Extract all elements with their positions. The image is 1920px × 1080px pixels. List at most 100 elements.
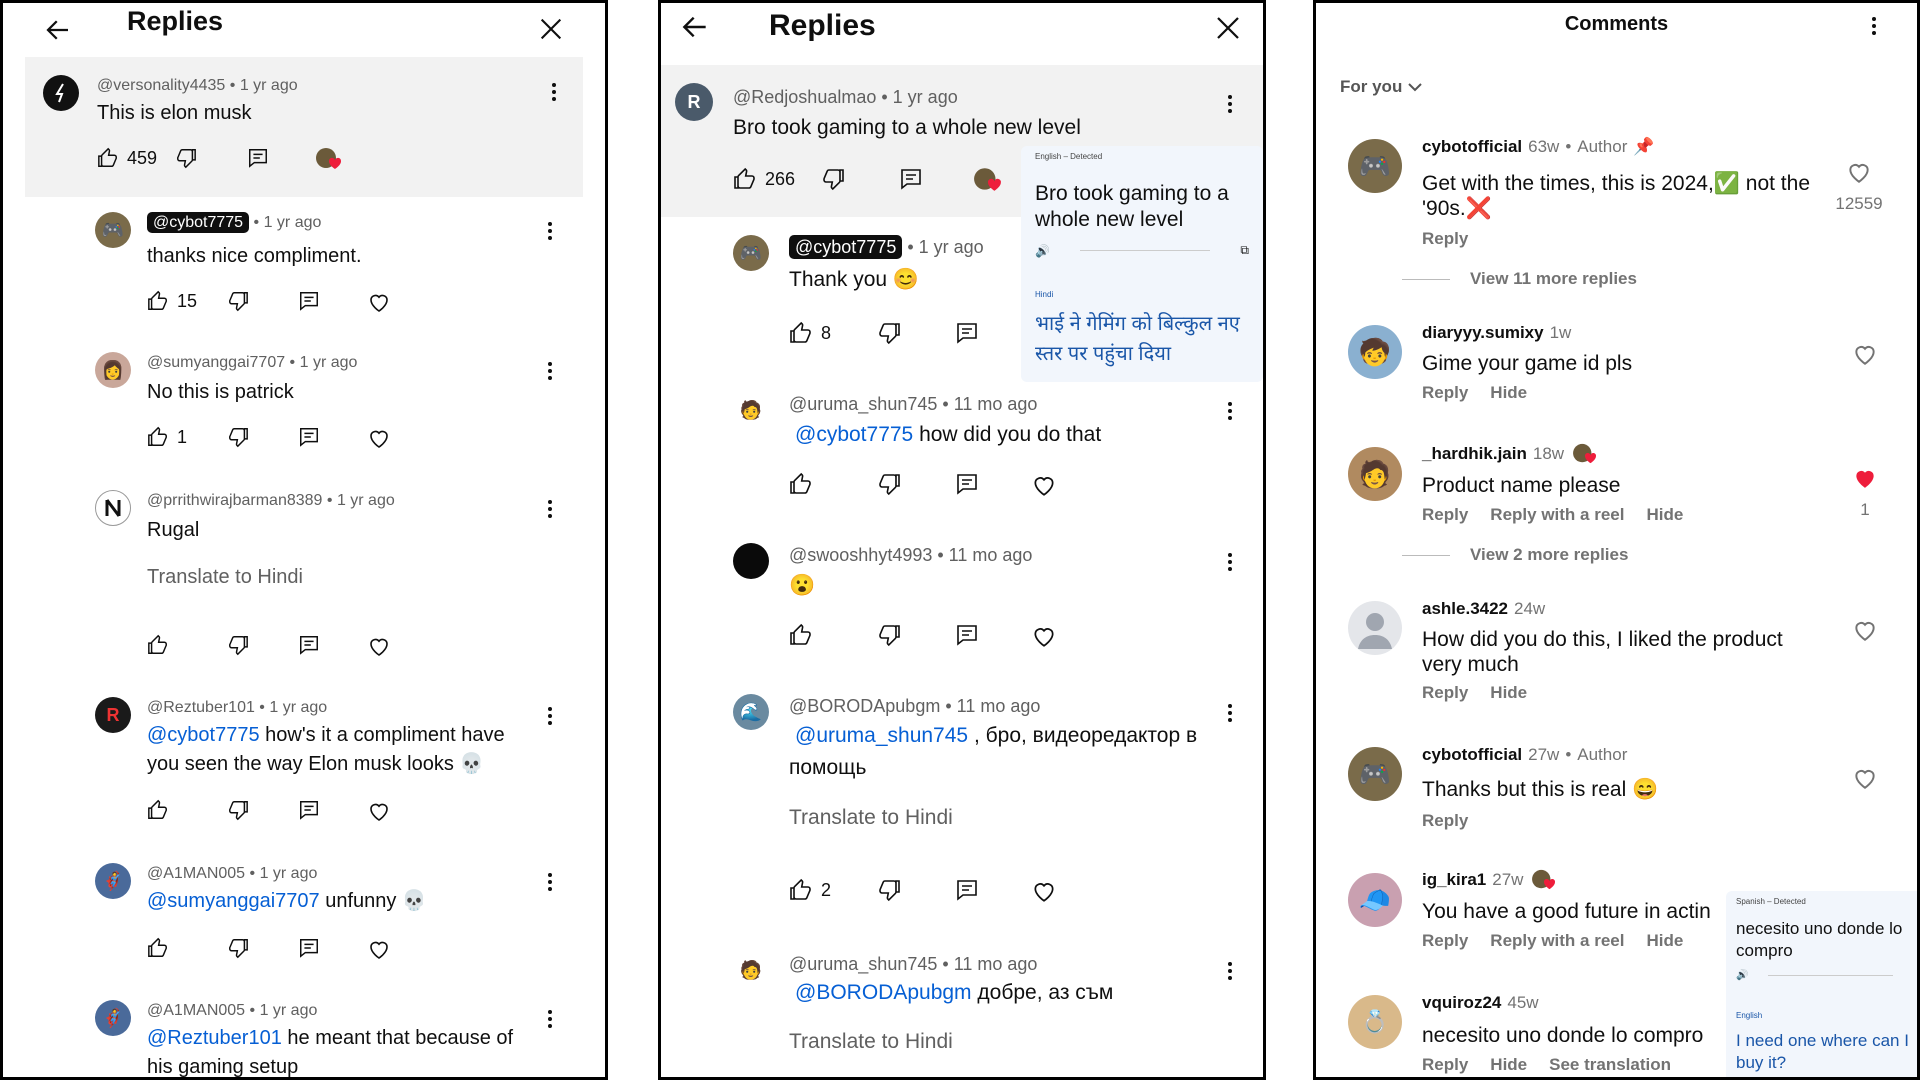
hide-link[interactable]: Hide — [1490, 383, 1527, 403]
avatar[interactable]: 👩 — [95, 352, 131, 388]
dislike-button[interactable] — [227, 290, 249, 312]
like-button[interactable]: 266 — [733, 167, 795, 191]
avatar[interactable]: 🦸 — [95, 863, 131, 899]
dislike-button[interactable] — [175, 147, 197, 169]
avatar[interactable]: 🧑 — [1348, 447, 1402, 501]
hide-link[interactable]: Hide — [1646, 931, 1683, 951]
dislike-button[interactable] — [227, 799, 249, 821]
avatar[interactable]: 🎮 — [1348, 139, 1402, 193]
avatar[interactable]: 🧑 — [733, 952, 769, 988]
avatar[interactable]: 🎮 — [733, 235, 769, 271]
dislike-button[interactable] — [227, 937, 249, 959]
more-options-icon[interactable] — [1227, 962, 1233, 983]
comment-username[interactable]: diaryyy.sumixy 1w — [1422, 323, 1571, 343]
like-button[interactable]: 15 — [147, 290, 197, 312]
reply-link[interactable]: Reply — [1422, 931, 1468, 951]
copy-icon[interactable]: ⧉ — [1240, 243, 1249, 258]
more-options-icon[interactable] — [547, 1010, 553, 1031]
more-options-icon[interactable] — [547, 362, 553, 383]
like-button[interactable] — [789, 623, 813, 647]
translate-link[interactable]: Translate to Hindi — [147, 566, 303, 589]
like-button[interactable]: 1 — [147, 426, 187, 448]
mention-link[interactable]: @sumyanggai7707 — [147, 890, 320, 912]
avatar[interactable]: 🌊 — [733, 694, 769, 730]
reply-button[interactable] — [298, 290, 320, 312]
like-heart[interactable] — [1845, 341, 1885, 372]
reply-button[interactable] — [955, 321, 979, 345]
avatar[interactable]: R — [675, 83, 713, 121]
heart-button[interactable] — [367, 290, 391, 314]
mention-link[interactable]: @Reztuber101 — [147, 1027, 282, 1049]
more-options-icon[interactable] — [1871, 17, 1877, 38]
heart-button[interactable] — [1031, 878, 1057, 904]
hide-link[interactable]: Hide — [1646, 505, 1683, 525]
like-button[interactable]: 459 — [97, 147, 157, 169]
mention-link[interactable]: @cybot7775 — [147, 724, 260, 746]
avatar[interactable]: R — [95, 697, 131, 733]
more-options-icon[interactable] — [1227, 402, 1233, 423]
view-more-replies[interactable]: View 11 more replies — [1402, 269, 1637, 289]
avatar[interactable]: 🦸 — [95, 1000, 131, 1036]
more-options-icon[interactable] — [1227, 553, 1233, 574]
reply-link[interactable]: Reply — [1422, 383, 1468, 403]
close-icon[interactable] — [537, 15, 565, 48]
reply-button[interactable] — [955, 623, 979, 647]
reply-button[interactable] — [247, 147, 269, 169]
dislike-button[interactable] — [877, 321, 901, 345]
heart-button[interactable] — [367, 937, 391, 961]
heart-button[interactable] — [367, 634, 391, 658]
heart-button[interactable] — [367, 799, 391, 823]
dislike-button[interactable] — [227, 634, 249, 656]
see-translation-link[interactable]: See translation — [1549, 1055, 1671, 1075]
heart-button[interactable] — [1031, 623, 1057, 649]
speaker-icon[interactable]: 🔊 — [1736, 970, 1748, 981]
dislike-button[interactable] — [877, 878, 901, 902]
reply-button[interactable] — [298, 799, 320, 821]
more-options-icon[interactable] — [547, 222, 553, 243]
more-options-icon[interactable] — [547, 500, 553, 521]
like-heart[interactable] — [1845, 617, 1885, 648]
dislike-button[interactable] — [877, 623, 901, 647]
avatar[interactable]: 🎮 — [1348, 747, 1402, 801]
back-arrow-icon[interactable] — [679, 11, 711, 48]
more-options-icon[interactable] — [551, 83, 557, 104]
comment-username[interactable]: ashle.3422 24w — [1422, 599, 1545, 619]
comment-username[interactable]: vquiroz24 45w — [1422, 993, 1539, 1013]
comment-username[interactable]: cybotofficial 63w • Author 📌 — [1422, 137, 1655, 157]
avatar[interactable]: 💍 — [1348, 995, 1402, 1049]
reply-link[interactable]: Reply — [1422, 505, 1468, 525]
like-heart[interactable]: 12559 — [1829, 159, 1889, 214]
reply-button[interactable] — [955, 878, 979, 902]
comment-username[interactable]: ig_kira1 27w — [1422, 869, 1559, 891]
like-button[interactable] — [147, 799, 169, 821]
reply-link[interactable]: Reply — [1422, 1055, 1468, 1075]
avatar[interactable]: 🧑 — [733, 392, 769, 428]
heart-button[interactable] — [367, 426, 391, 450]
reply-link[interactable]: Reply — [1422, 811, 1468, 831]
hide-link[interactable]: Hide — [1490, 683, 1527, 703]
speaker-icon[interactable]: 🔊 — [1035, 244, 1050, 258]
avatar[interactable] — [43, 75, 79, 111]
hide-link[interactable]: Hide — [1490, 1055, 1527, 1075]
close-icon[interactable] — [1213, 13, 1243, 48]
back-arrow-icon[interactable] — [43, 15, 73, 50]
dislike-button[interactable] — [877, 472, 901, 496]
comment-username[interactable]: _hardhik.jain 18w — [1422, 443, 1600, 465]
reply-button[interactable] — [955, 472, 979, 496]
avatar[interactable] — [733, 543, 769, 579]
more-options-icon[interactable] — [547, 707, 553, 728]
like-button[interactable] — [147, 937, 169, 959]
like-heart[interactable] — [1845, 765, 1885, 796]
like-button[interactable] — [789, 472, 813, 496]
more-options-icon[interactable] — [1227, 704, 1233, 725]
reply-button[interactable] — [298, 426, 320, 448]
reply-link[interactable]: Reply — [1422, 683, 1468, 703]
mention-link[interactable]: @uruma_shun745 — [795, 724, 968, 747]
avatar[interactable]: 🧢 — [1348, 873, 1402, 927]
translate-link[interactable]: Translate to Hindi — [789, 1030, 953, 1054]
like-button[interactable] — [147, 634, 169, 656]
reply-with-reel-link[interactable]: Reply with a reel — [1490, 931, 1624, 951]
comment-username[interactable]: cybotofficial 27w • Author — [1422, 745, 1627, 765]
reply-with-reel-link[interactable]: Reply with a reel — [1490, 505, 1624, 525]
translate-link[interactable]: Translate to Hindi — [789, 806, 953, 830]
